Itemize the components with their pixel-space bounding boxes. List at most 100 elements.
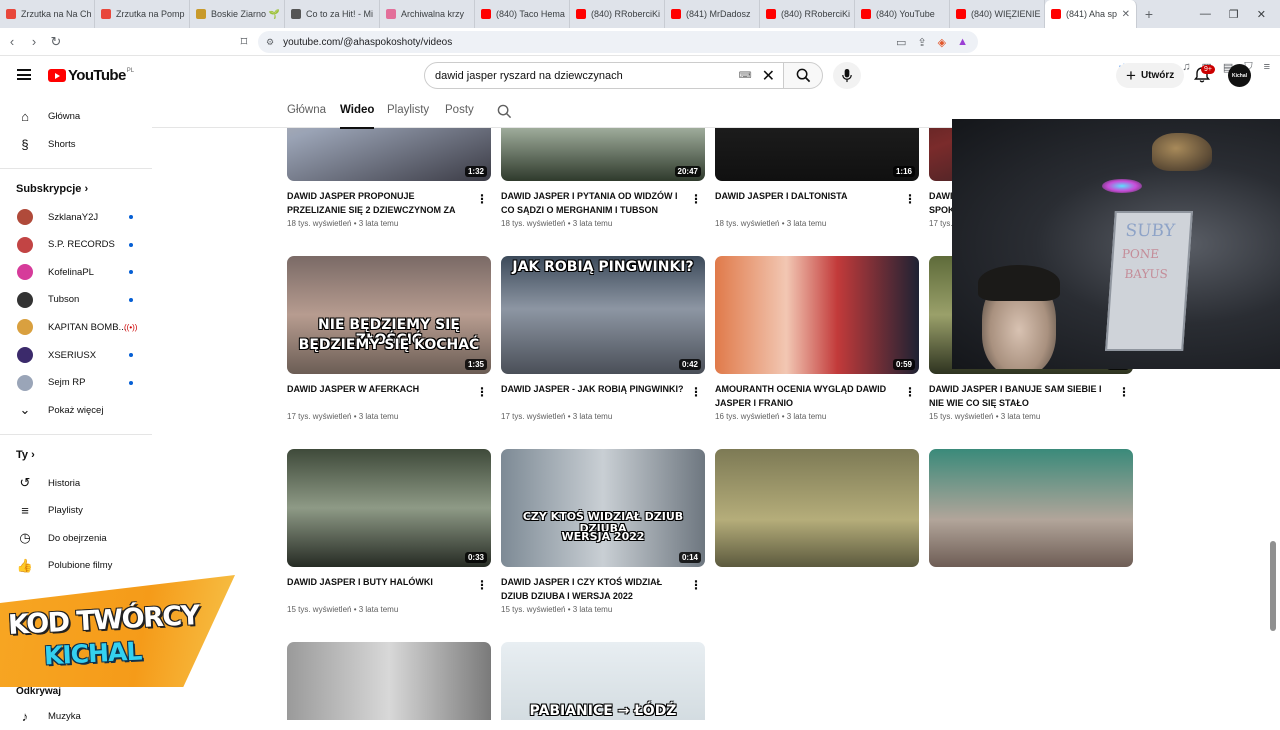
install-icon[interactable]: ▭ — [896, 36, 906, 49]
sidebar-item-1[interactable]: § Shorts — [0, 130, 152, 158]
video-thumbnail[interactable]: PABIANICE → ŁÓDŹ*PRZEPROWADZKA* — [501, 642, 705, 720]
search-input[interactable]: dawid jasper ryszard na dziewczynach ⌨ ✕ — [424, 62, 784, 89]
video-title[interactable]: DAWID JASPER W AFERKACH — [287, 383, 491, 410]
subscriptions-heading[interactable]: Subskrypcje › — [16, 183, 88, 195]
more-actions-icon[interactable]: ⋮ — [1118, 386, 1130, 398]
brave-shield-icon[interactable]: ◈ — [938, 36, 946, 49]
more-actions-icon[interactable]: ⋮ — [476, 386, 488, 398]
video-card[interactable]: 1:32 DAWID JASPER PROPONUJE PRZELIZANIE S… — [287, 128, 491, 228]
video-thumbnail[interactable]: 0:59 — [715, 256, 919, 374]
video-title[interactable]: DAWID JASPER - JAK ROBIĄ PINGWINKI? — [501, 383, 705, 410]
video-title[interactable]: DAWID JASPER I CZY KTOŚ WIDZIAŁ DZIUB DZ… — [501, 576, 705, 603]
more-actions-icon[interactable]: ⋮ — [904, 193, 916, 205]
sidebar-item-0[interactable]: ⌂ Główna — [0, 102, 152, 130]
voice-search-button[interactable] — [833, 62, 861, 89]
browser-tab[interactable]: Boskie Ziarno 🌱 — [190, 0, 285, 28]
bookmark-icon[interactable]: ⌑ — [234, 34, 254, 50]
tab-0[interactable]: Główna — [287, 104, 326, 116]
video-card[interactable]: NIE BĘDZIEMY SIĘ ZŁOŚCIĆ BĘDZIEMY SIĘ KOC… — [287, 256, 491, 421]
video-thumbnail[interactable]: 0:33 — [287, 449, 491, 567]
subscription-item[interactable]: XSERIUSX — [0, 341, 152, 369]
video-title[interactable]: DAWID JASPER PROPONUJE PRZELIZANIE SIĘ 2… — [287, 190, 491, 217]
browser-tab[interactable]: (840) YouTube — [855, 0, 950, 28]
site-info-icon[interactable]: ⚙ — [266, 37, 274, 48]
video-card[interactable]: 20:47 DAWID JASPER I PYTANIA OD WIDZÓW I … — [501, 128, 705, 228]
sidebar-item-explore-0[interactable]: ♪ Muzyka — [0, 702, 152, 730]
subscription-item[interactable]: SzklanaY2J — [0, 203, 152, 231]
search-button[interactable] — [783, 62, 823, 89]
video-title[interactable]: DAWID JASPER I BANUJE SAM SIEBIE I NIE W… — [929, 383, 1133, 410]
youtube-logo[interactable]: YouTube PL — [48, 67, 134, 84]
browser-tab[interactable]: Co to za Hit! - Mi — [285, 0, 380, 28]
browser-tab[interactable]: Zrzutka na Pomp — [95, 0, 190, 28]
video-title[interactable]: AMOURANTH OCENIA WYGLĄD DAWID JASPER I F… — [715, 383, 919, 410]
browser-tab[interactable]: (841) Aha sp ✕ — [1045, 0, 1137, 28]
video-card[interactable]: JAK ROBIĄ PINGWINKI? 0:42 DAWID JASPER - J… — [501, 256, 705, 421]
video-thumbnail[interactable] — [715, 449, 919, 567]
video-thumbnail[interactable]: NIE BĘDZIEMY SIĘ ZŁOŚCIĆ BĘDZIEMY SIĘ KOC… — [287, 256, 491, 374]
reload-icon[interactable]: ↻ — [46, 34, 66, 50]
video-card[interactable] — [929, 449, 1133, 567]
more-actions-icon[interactable]: ⋮ — [690, 579, 702, 591]
show-more-button[interactable]: ⌄ Pokaż więcej — [0, 396, 152, 424]
subscription-item[interactable]: KAPITAN BOMB... ((•)) — [0, 313, 152, 341]
channel-search-icon[interactable] — [497, 104, 512, 119]
sidebar-item-you-0[interactable]: ↺ Historia — [0, 469, 152, 497]
video-thumbnail[interactable]: 1:32 — [287, 128, 491, 181]
sidebar-item-you-2[interactable]: ◷ Do obejrzenia — [0, 524, 152, 552]
forward-icon[interactable]: › — [24, 34, 44, 49]
subscription-item[interactable]: Sejm RP — [0, 369, 152, 397]
tab-3[interactable]: Posty — [445, 104, 474, 116]
video-thumbnail[interactable]: JAK ROBIĄ PINGWINKI? 0:42 — [501, 256, 705, 374]
browser-tab[interactable]: (840) RRoberciKi — [760, 0, 855, 28]
more-actions-icon[interactable]: ⋮ — [690, 193, 702, 205]
more-actions-icon[interactable]: ⋮ — [904, 386, 916, 398]
sidebar-item-you-3[interactable]: 👍 Polubione filmy — [0, 552, 152, 580]
subscription-item[interactable]: KofelinaPL — [0, 258, 152, 286]
video-title[interactable]: DAWID JASPER I BUTY HALÓWKI — [287, 576, 491, 603]
video-thumbnail[interactable]: CZY KTOŚ WIDZIAŁ DZIUB DZIUBA WERSJA 2022… — [501, 449, 705, 567]
video-thumbnail[interactable] — [287, 642, 491, 720]
tab-2[interactable]: Playlisty — [387, 104, 429, 116]
sidebar-item-you-1[interactable]: ≡ Playlisty — [0, 497, 152, 525]
address-bar[interactable]: ⚙ youtube.com/@ahaspokoshoty/videos ▭ ⇪ … — [258, 31, 978, 53]
avatar[interactable]: Kichal — [1228, 64, 1251, 87]
clear-search-icon[interactable]: ✕ — [762, 66, 775, 86]
rewards-icon[interactable]: ▲ — [957, 36, 968, 49]
video-thumbnail[interactable] — [929, 449, 1133, 567]
create-button[interactable]: + Utwórz — [1116, 63, 1185, 88]
share-icon[interactable]: ⇪ — [917, 36, 926, 49]
back-icon[interactable]: ‹ — [2, 34, 22, 49]
close-tab-icon[interactable]: ✕ — [1118, 9, 1130, 20]
browser-tab[interactable]: (840) WIĘZIENIE — [950, 0, 1045, 28]
subscription-item[interactable]: Tubson — [0, 286, 152, 314]
new-tab-button[interactable]: + — [1137, 6, 1161, 22]
video-card[interactable]: PABIANICE → ŁÓDŹ*PRZEPROWADZKA* — [501, 642, 705, 720]
video-thumbnail[interactable]: JESZCZE DALTONISTĄNIE JESTEM1:16 — [715, 128, 919, 181]
browser-tab[interactable]: (841) MrDadosz — [665, 0, 760, 28]
you-heading[interactable]: Ty › — [16, 449, 35, 461]
tab-1[interactable]: Wideo — [340, 104, 375, 129]
browser-tab[interactable]: (840) RRoberciKi — [570, 0, 665, 28]
keyboard-icon[interactable]: ⌨ — [739, 70, 752, 81]
video-card[interactable]: 0:33 DAWID JASPER I BUTY HALÓWKI 15 tys. w… — [287, 449, 491, 614]
browser-tab[interactable]: Archiwalna krzy — [380, 0, 475, 28]
browser-tab[interactable]: Zrzutka na Na Ch — [0, 0, 95, 28]
more-actions-icon[interactable]: ⋮ — [690, 386, 702, 398]
video-title[interactable]: DAWID JASPER I DALTONISTA — [715, 190, 919, 217]
guide-menu-icon[interactable] — [17, 69, 31, 80]
minimize-icon[interactable]: — — [1200, 8, 1211, 21]
subscription-item[interactable]: S.P. RECORDS — [0, 231, 152, 259]
restore-icon[interactable]: ❐ — [1229, 8, 1239, 21]
close-window-icon[interactable]: ✕ — [1257, 8, 1266, 21]
more-actions-icon[interactable]: ⋮ — [476, 193, 488, 205]
video-card[interactable] — [715, 449, 919, 567]
browser-tab[interactable]: (840) Taco Hema — [475, 0, 570, 28]
scrollbar[interactable] — [1270, 541, 1276, 631]
more-actions-icon[interactable]: ⋮ — [476, 579, 488, 591]
video-card[interactable]: 0:59 AMOURANTH OCENIA WYGLĄD DAWID JASPER… — [715, 256, 919, 421]
video-card[interactable]: CZY KTOŚ WIDZIAŁ DZIUB DZIUBA WERSJA 2022… — [501, 449, 705, 614]
video-thumbnail[interactable]: 20:47 — [501, 128, 705, 181]
video-card[interactable] — [287, 642, 491, 720]
video-card[interactable]: JESZCZE DALTONISTĄNIE JESTEM1:16 DAWID JA… — [715, 128, 919, 228]
